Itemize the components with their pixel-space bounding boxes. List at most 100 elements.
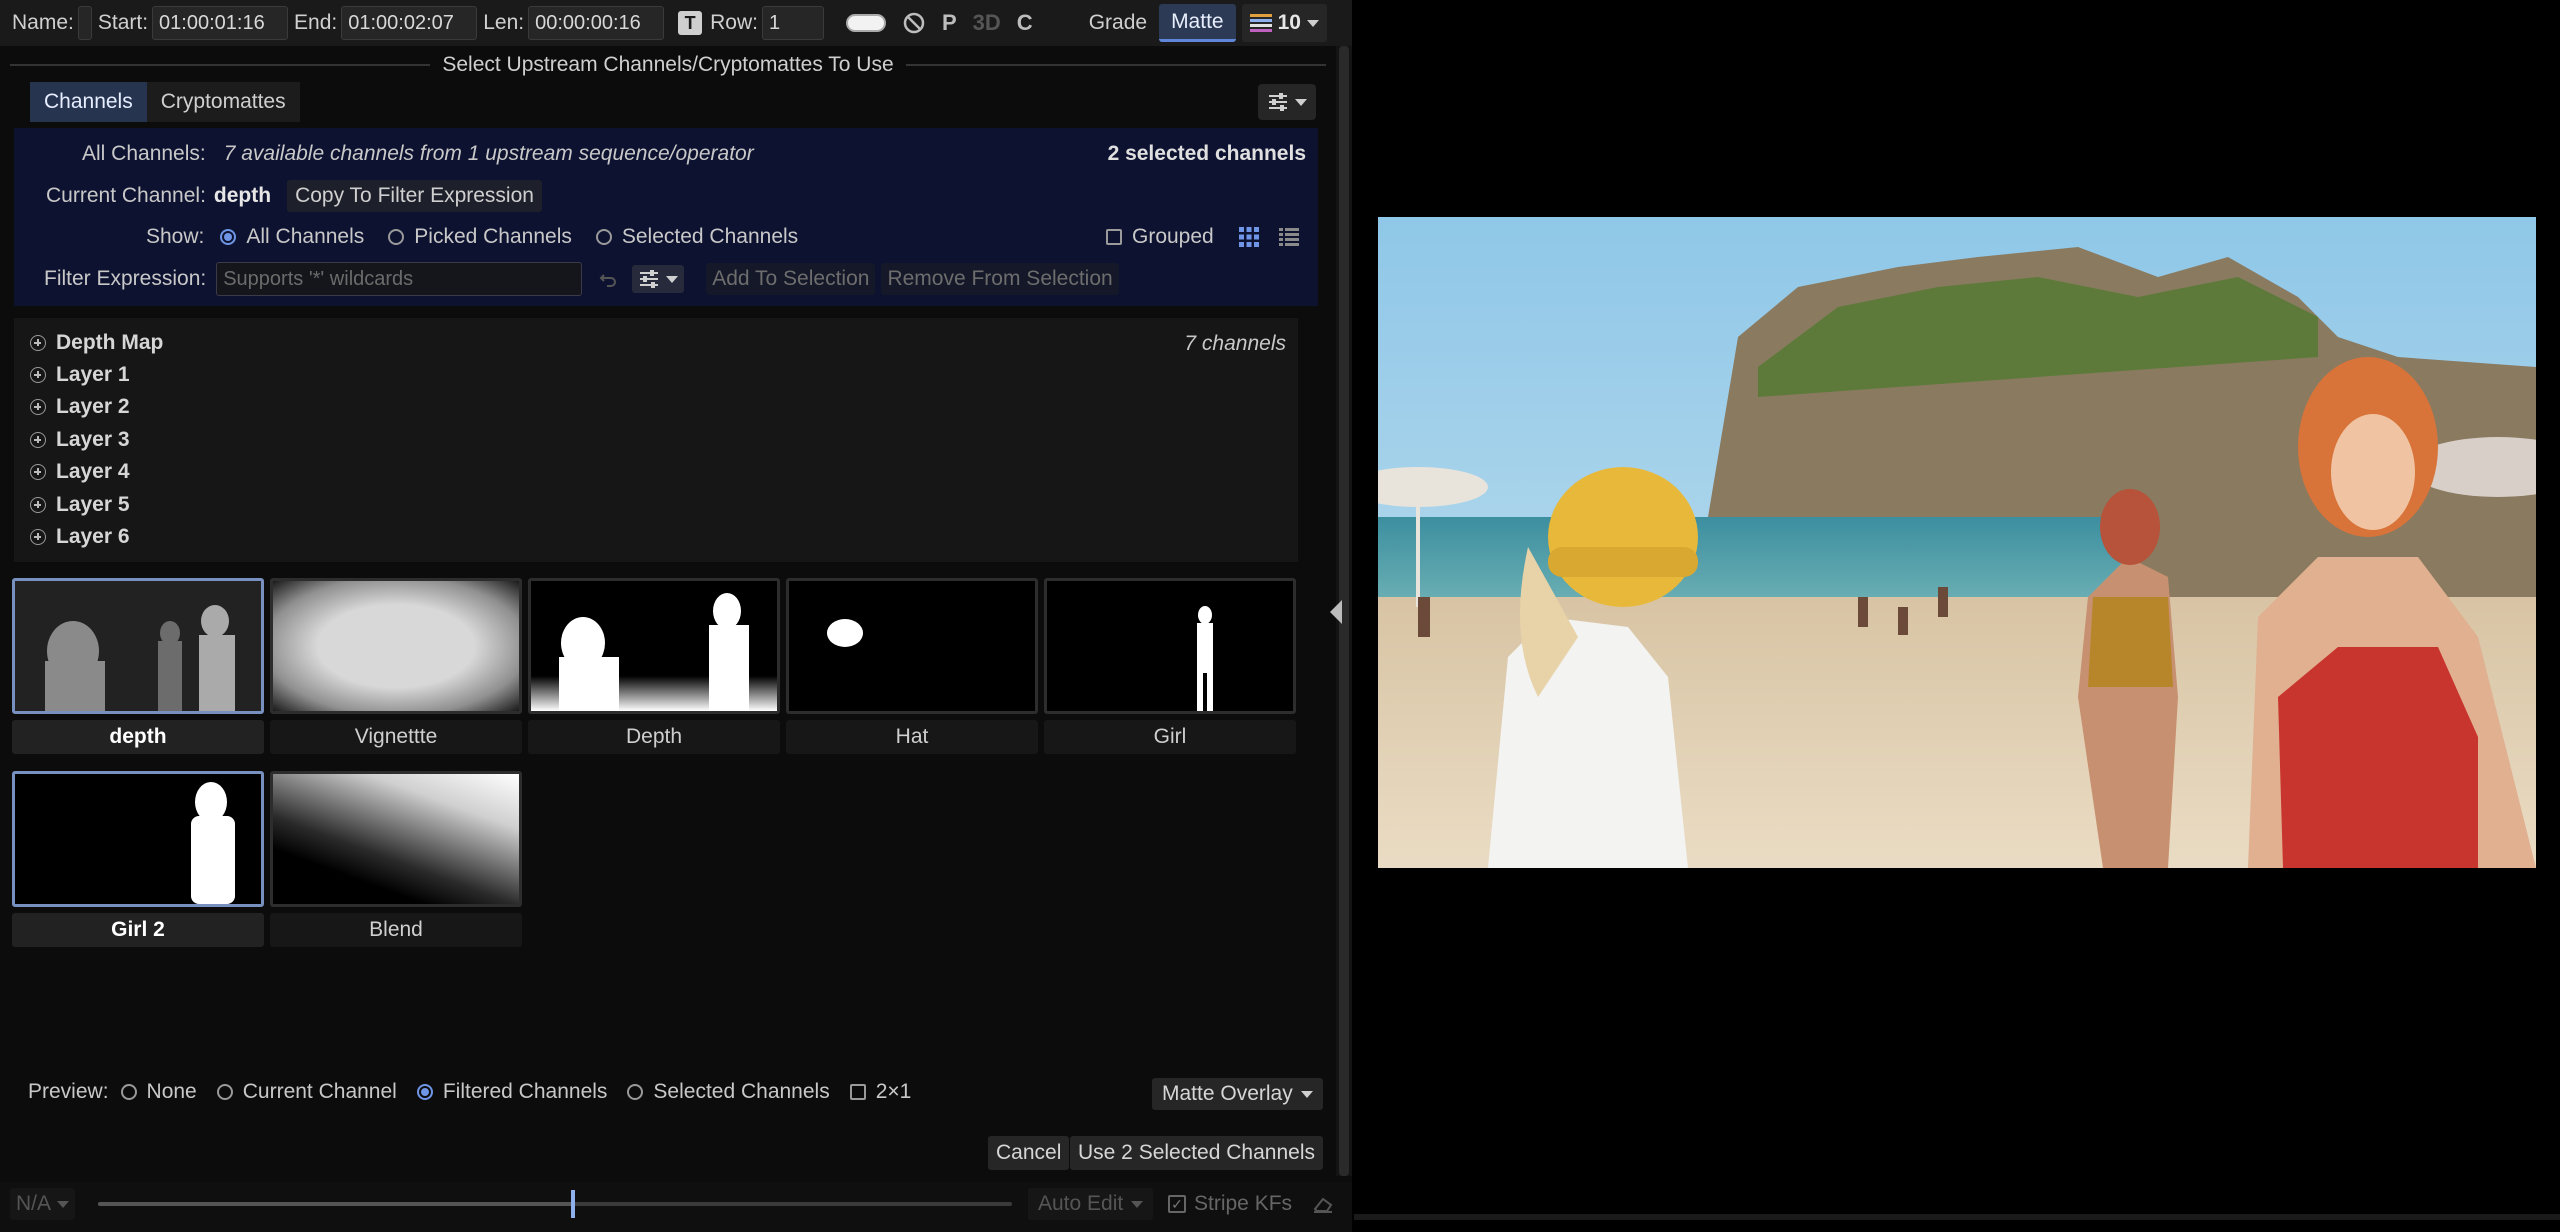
tab-cryptomattes[interactable]: Cryptomattes — [146, 82, 300, 122]
all-channels-label: All Channels: — [82, 142, 206, 165]
thumb-label: Hat — [786, 720, 1038, 754]
c-toggle[interactable]: C — [1009, 6, 1041, 40]
undo-icon[interactable] — [598, 269, 618, 289]
remove-from-selection-button[interactable]: Remove From Selection — [881, 263, 1119, 295]
show-picked-channels-radio[interactable]: Picked Channels — [388, 225, 572, 249]
current-channel-label: Current Channel: — [46, 184, 206, 207]
playhead[interactable] — [571, 1190, 576, 1218]
preview-current-channel-radio[interactable]: Current Channel — [216, 1080, 397, 1104]
options-menu-button[interactable] — [1258, 84, 1316, 120]
channel-thumb-hat[interactable]: Hat — [786, 578, 1038, 754]
tree-item-layer-1[interactable]: Layer 1 — [30, 363, 130, 387]
thumb-image — [1044, 578, 1296, 714]
thumb-label: Vignettte — [270, 720, 522, 754]
use-selected-channels-button[interactable]: Use 2 Selected Channels — [1070, 1136, 1323, 1170]
auto-edit-dropdown[interactable]: Auto Edit — [1028, 1188, 1154, 1220]
expand-icon — [30, 432, 46, 448]
channel-thumb-girl[interactable]: Girl — [1044, 578, 1296, 754]
copy-to-filter-button[interactable]: Copy To Filter Expression — [287, 180, 542, 212]
dialog-title: Select Upstream Channels/Cryptomattes To… — [10, 50, 1326, 80]
channel-thumb-depth-2[interactable]: Depth — [528, 578, 780, 754]
chevron-down-icon — [1131, 1200, 1144, 1208]
grade-tab[interactable]: Grade — [1077, 4, 1159, 42]
thumb-label: depth — [12, 720, 264, 754]
name-field[interactable] — [77, 6, 92, 40]
chevron-down-icon — [57, 1200, 70, 1208]
expand-icon — [30, 464, 46, 480]
tree-item-layer-4[interactable]: Layer 4 — [30, 460, 130, 484]
timeline-scrubber[interactable] — [98, 1190, 1012, 1218]
chevron-down-icon — [666, 275, 679, 283]
row-field[interactable]: 1 — [761, 6, 824, 40]
list-view-icon[interactable] — [1278, 226, 1300, 248]
show-label: Show: — [146, 225, 205, 248]
tree-item-layer-6[interactable]: Layer 6 — [30, 525, 130, 549]
tree-item-layer-5[interactable]: Layer 5 — [30, 493, 130, 517]
current-channel-row: Current Channel: depth Copy To Filter Ex… — [46, 180, 542, 212]
thumb-image — [786, 578, 1038, 714]
overlay-mode-dropdown[interactable]: Matte Overlay — [1152, 1078, 1323, 1110]
channel-thumb-depth[interactable]: depth — [12, 578, 264, 754]
tab-channels[interactable]: Channels — [30, 82, 147, 122]
p-toggle[interactable]: P — [934, 6, 965, 40]
length-timecode-field[interactable]: 00:00:00:16 — [528, 6, 665, 40]
stripe-kfs-checkbox[interactable]: ✓ Stripe KFs — [1168, 1192, 1292, 1216]
filter-expression-input[interactable]: Supports '*' wildcards — [216, 262, 583, 296]
start-label: Start: — [97, 11, 149, 34]
selected-count-text: 2 selected channels — [1107, 142, 1306, 165]
3d-toggle[interactable]: 3D — [965, 6, 1009, 40]
channel-thumb-blend[interactable]: Blend — [270, 771, 522, 947]
matte-tab[interactable]: Matte — [1159, 4, 1236, 42]
start-timecode-field[interactable]: 01:00:01:16 — [152, 6, 289, 40]
tree-item-layer-3[interactable]: Layer 3 — [30, 428, 130, 452]
expand-icon — [30, 497, 46, 513]
channel-tabs: Channels Cryptomattes — [30, 82, 300, 122]
text-tool-icon[interactable]: T — [670, 6, 710, 40]
chevron-down-icon — [1295, 98, 1307, 106]
show-all-channels-radio[interactable]: All Channels — [220, 225, 364, 249]
preview-selected-channels-radio[interactable]: Selected Channels — [627, 1080, 830, 1104]
thumb-image — [12, 578, 264, 714]
grouped-checkbox[interactable]: Grouped — [1106, 225, 1214, 249]
preview-none-radio[interactable]: None — [120, 1080, 197, 1104]
filter-row: Filter Expression: Supports '*' wildcard… — [44, 262, 1119, 296]
grouped-row: Grouped — [1106, 225, 1300, 249]
preview-filtered-channels-radio[interactable]: Filtered Channels — [416, 1080, 607, 1104]
collapse-panel-icon[interactable] — [1330, 600, 1342, 624]
toggle-pill-icon[interactable] — [838, 6, 894, 40]
bypass-icon[interactable] — [894, 6, 934, 40]
filter-options-button[interactable] — [632, 265, 685, 293]
name-label: Name: — [12, 11, 74, 34]
thumb-label: Girl — [1044, 720, 1296, 754]
expand-icon — [30, 367, 46, 383]
layers-dropdown[interactable]: 10 — [1241, 4, 1327, 42]
thumb-image — [270, 771, 522, 907]
selected-count: 2 selected channels — [1100, 142, 1306, 166]
eraser-icon[interactable] — [1312, 1192, 1334, 1220]
preview-options: Preview: None Current Channel Filtered C… — [28, 1080, 911, 1104]
top-toolbar: Name: Start: 01:00:01:16 End: 01:00:02:0… — [0, 0, 1352, 46]
thumb-label: Depth — [528, 720, 780, 754]
channel-thumb-vignette[interactable]: Vignettte — [270, 578, 522, 754]
show-selected-channels-radio[interactable]: Selected Channels — [595, 225, 798, 249]
add-to-selection-button[interactable]: Add To Selection — [706, 263, 876, 295]
grid-view-icon[interactable] — [1238, 226, 1260, 248]
preview-2x1-checkbox[interactable]: 2×1 — [849, 1080, 911, 1104]
end-label: End: — [294, 11, 338, 34]
thumb-image — [12, 771, 264, 907]
viewer-timeline-strip — [1354, 1214, 2560, 1220]
all-channels-desc: 7 available channels from 1 upstream seq… — [223, 142, 754, 165]
na-dropdown[interactable]: N/A — [10, 1188, 76, 1220]
thumb-image — [528, 578, 780, 714]
layers-count: 10 — [1277, 11, 1301, 34]
image-viewer[interactable] — [1378, 217, 2536, 868]
current-channel-value: depth — [213, 184, 272, 207]
sliders-icon — [640, 270, 659, 288]
layers-icon — [1249, 14, 1272, 32]
end-timecode-field[interactable]: 01:00:02:07 — [341, 6, 478, 40]
tree-item-layer-2[interactable]: Layer 2 — [30, 395, 130, 419]
channel-thumb-girl-2[interactable]: Girl 2 — [12, 771, 264, 947]
show-row: Show: All Channels Picked Channels Selec… — [146, 225, 798, 249]
cancel-button[interactable]: Cancel — [988, 1136, 1070, 1170]
tree-item-depth-map[interactable]: Depth Map — [30, 331, 163, 355]
